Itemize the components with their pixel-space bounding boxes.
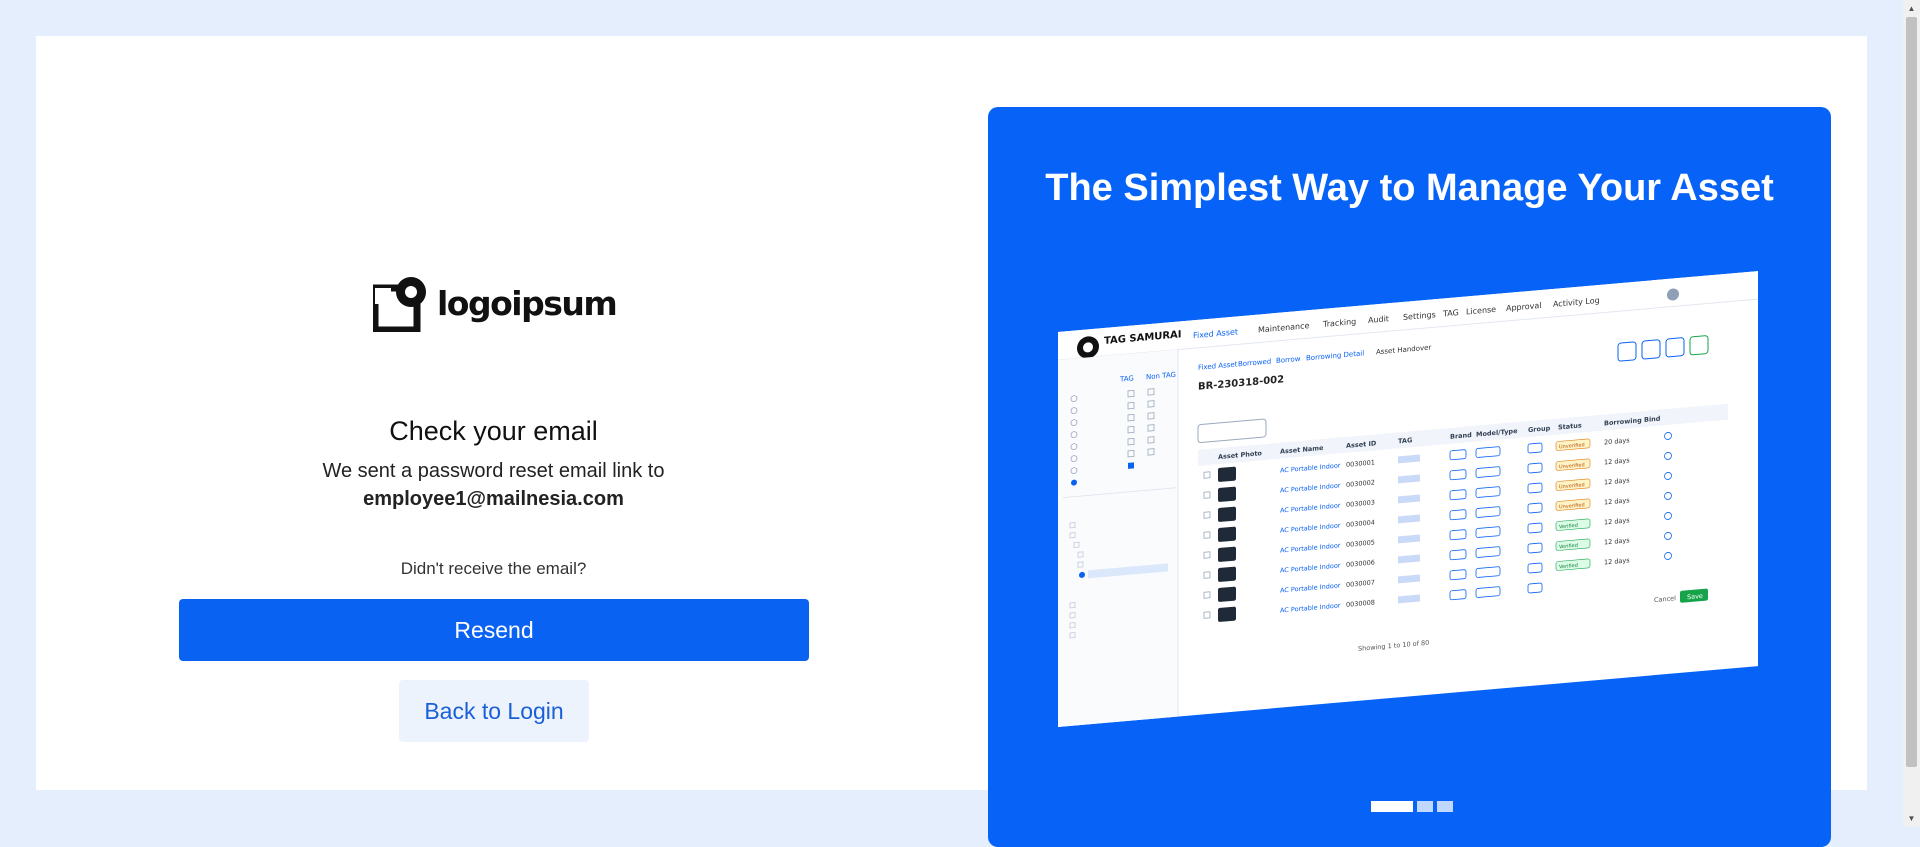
preview-nav-item: TAG xyxy=(1442,308,1459,318)
back-to-login-button[interactable]: Back to Login xyxy=(399,680,589,742)
scroll-down-arrow-icon[interactable]: ▼ xyxy=(1903,810,1920,827)
page-title: Check your email xyxy=(389,416,598,446)
logo-mark-icon xyxy=(373,277,426,332)
scroll-up-arrow-icon[interactable]: ▲ xyxy=(1903,0,1920,17)
vertical-scrollbar[interactable]: ▲ ▼ xyxy=(1903,0,1920,827)
preview-save: Save xyxy=(1687,592,1703,601)
app-preview-screenshot: TAG SAMURAI Fixed Asset Maintenance Trac… xyxy=(1058,271,1758,727)
carousel-dot-2[interactable] xyxy=(1417,801,1433,812)
no-receive-text: Didn't receive the email? xyxy=(400,559,587,578)
scrollbar-thumb[interactable] xyxy=(1906,17,1917,767)
email-address: employee1@mailnesia.com xyxy=(363,488,624,510)
logo-text: logoipsum xyxy=(437,283,618,323)
promo-headline: The Simplest Way to Manage Your Asset xyxy=(1045,167,1774,209)
resend-button[interactable]: Resend xyxy=(179,599,809,661)
reset-message: We sent a password reset email link to xyxy=(322,460,665,482)
preview-column-header: TAG xyxy=(1398,436,1412,445)
carousel-indicator xyxy=(1371,801,1453,812)
preview-nav-item: Audit xyxy=(1368,314,1389,325)
brand-logo: logoipsum xyxy=(373,274,618,332)
carousel-dot-1[interactable] xyxy=(1371,801,1413,812)
auth-panel: logoipsum Check your email We sent a pas… xyxy=(36,36,951,790)
carousel-dot-3[interactable] xyxy=(1437,801,1453,812)
preview-tab: TAG xyxy=(1119,373,1134,383)
promo-panel: The Simplest Way to Manage Your Asset TA… xyxy=(988,107,1831,847)
